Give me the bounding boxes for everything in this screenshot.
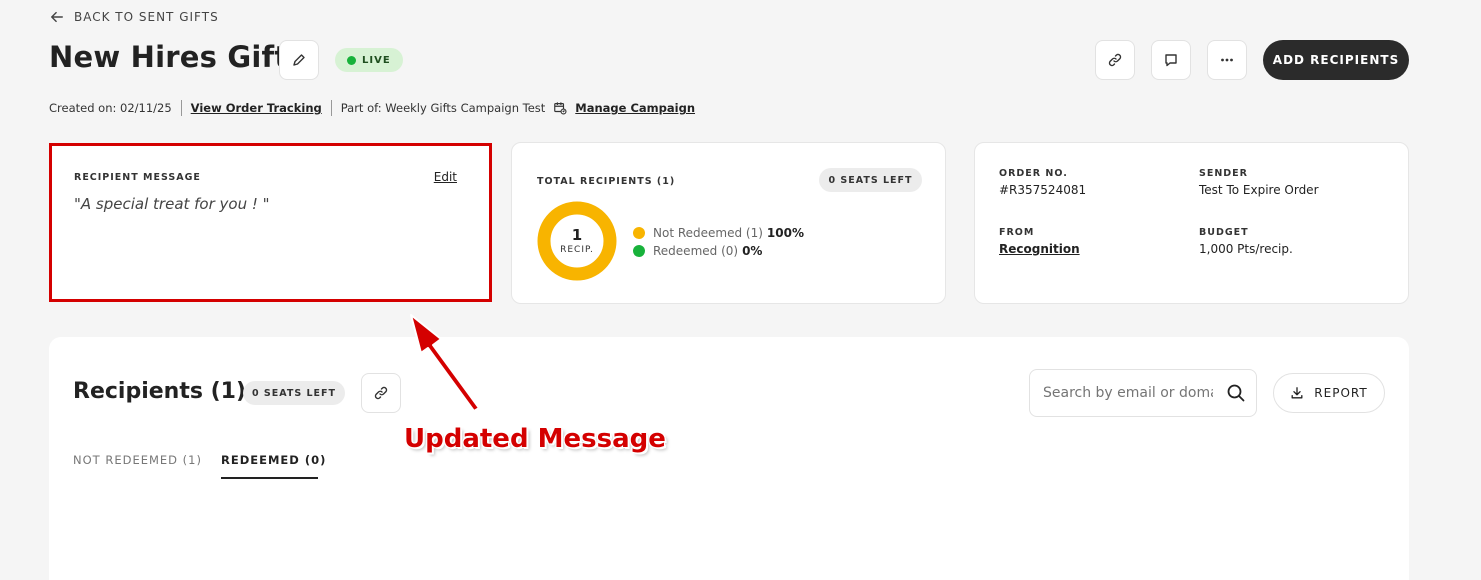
recipient-message-card: RECIPIENT MESSAGE Edit "A special treat … (49, 143, 492, 302)
active-tab-indicator (221, 477, 318, 479)
from-field: FROM Recognition (999, 227, 1080, 256)
donut-center: 1 RECIP. (536, 200, 618, 282)
divider (330, 100, 332, 116)
arrow-left-icon (51, 11, 63, 23)
order-number-label: ORDER NO. (999, 168, 1068, 179)
comment-button[interactable] (1151, 40, 1191, 80)
link-icon (374, 386, 388, 400)
report-button[interactable]: REPORT (1273, 373, 1385, 413)
legend-item-not-redeemed: Not Redeemed (1) 100% (633, 224, 804, 242)
edit-message-link[interactable]: Edit (434, 170, 457, 184)
back-to-sent-gifts-link[interactable]: BACK TO SENT GIFTS (50, 10, 219, 24)
recipient-message-text: "A special treat for you ! " (74, 195, 270, 213)
status-badge: LIVE (335, 48, 403, 72)
status-label: LIVE (362, 54, 391, 66)
budget-label: BUDGET (1199, 227, 1249, 238)
order-info-card: ORDER NO. #R357524081 SENDER Test To Exp… (974, 142, 1409, 304)
view-order-tracking-link[interactable]: View Order Tracking (191, 101, 322, 115)
order-number-value: #R357524081 (999, 183, 1087, 197)
budget-value: 1,000 Pts/recip. (1199, 242, 1293, 256)
search-icon (1227, 384, 1245, 402)
calendar-refresh-icon (554, 102, 567, 115)
seats-left-badge: 0 SEATS LEFT (819, 168, 922, 192)
annotation-arrow-icon (410, 314, 480, 412)
created-date: Created on: 02/11/25 (49, 101, 172, 115)
recipient-message-label: RECIPIENT MESSAGE (74, 172, 201, 183)
campaign-name: Part of: Weekly Gifts Campaign Test (340, 101, 546, 115)
sender-value: Test To Expire Order (1199, 183, 1319, 197)
legend-item-redeemed: Redeemed (0) 0% (633, 242, 804, 260)
legend-pct: 100% (766, 226, 804, 240)
legend-label: Redeemed (0) (653, 244, 739, 258)
donut-count: 1 (571, 226, 583, 244)
order-number-field: ORDER NO. #R357524081 (999, 168, 1086, 197)
order-meta-line: Created on: 02/11/25 View Order Tracking… (49, 100, 695, 116)
comment-icon (1165, 54, 1177, 67)
link-icon (1108, 53, 1122, 67)
legend-label: Not Redeemed (1) (653, 226, 763, 240)
redeemed-dot-icon (633, 245, 645, 257)
from-link[interactable]: Recognition (999, 242, 1080, 256)
sender-field: SENDER Test To Expire Order (1199, 168, 1319, 197)
budget-field: BUDGET 1,000 Pts/recip. (1199, 227, 1293, 256)
page-title: New Hires Gift (49, 40, 289, 74)
manage-campaign-link[interactable]: Manage Campaign (575, 101, 695, 115)
legend-pct: 0% (742, 244, 763, 258)
tab-not-redeemed[interactable]: NOT REDEEMED (1) (73, 453, 202, 467)
more-horizontal-icon (1221, 58, 1233, 62)
total-recipients-label: TOTAL RECIPIENTS (1) (537, 176, 676, 187)
back-link-label: BACK TO SENT GIFTS (74, 10, 219, 24)
add-recipients-button[interactable]: ADD RECIPIENTS (1263, 40, 1409, 80)
not-redeemed-dot-icon (633, 227, 645, 239)
tab-redeemed[interactable]: REDEEMED (0) (221, 453, 326, 467)
sender-label: SENDER (1199, 168, 1248, 179)
edit-title-button[interactable] (279, 40, 319, 80)
more-options-button[interactable] (1207, 40, 1247, 80)
recipients-seats-left-badge: 0 SEATS LEFT (243, 381, 345, 405)
from-label: FROM (999, 227, 1035, 238)
total-recipients-card: TOTAL RECIPIENTS (1) 0 SEATS LEFT 1 RECI… (511, 142, 946, 304)
live-dot-icon (347, 55, 356, 65)
search-input[interactable] (1043, 385, 1213, 401)
copy-link-button[interactable] (1095, 40, 1135, 80)
donut-legend: Not Redeemed (1) 100% Redeemed (0) 0% (633, 224, 804, 260)
recipients-panel: Recipients (1) 0 SEATS LEFT REPORT NOT R… (49, 337, 1409, 580)
pencil-icon (293, 54, 305, 66)
donut-unit: RECIP. (560, 245, 594, 255)
divider (180, 100, 182, 116)
report-label: REPORT (1314, 386, 1368, 400)
annotation-label: Updated Message (404, 424, 666, 454)
recipients-title: Recipients (1) (73, 379, 247, 404)
download-icon (1291, 387, 1303, 399)
recipient-search[interactable] (1029, 369, 1257, 417)
